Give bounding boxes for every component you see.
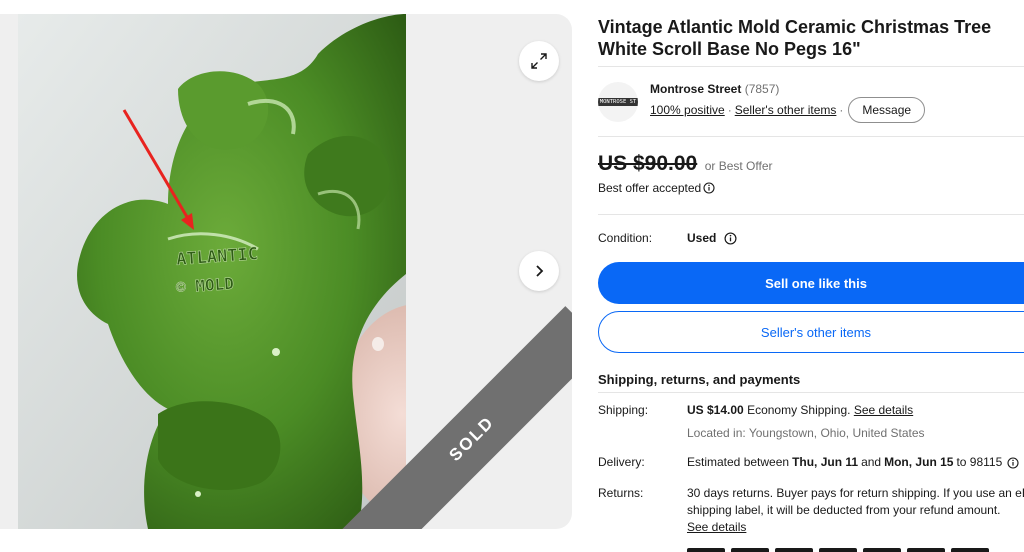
ceramic-tree-image: ATLANTIC © MOLD: [18, 14, 406, 529]
next-image-button[interactable]: [519, 251, 559, 291]
thumbnail[interactable]: [951, 548, 989, 552]
seller-card: MONTROSE ST Montrose Street (7857) 100% …: [598, 82, 1024, 136]
stamp-text-2: © MOLD: [175, 274, 234, 297]
info-icon[interactable]: [724, 231, 737, 245]
thumbnail[interactable]: [775, 548, 813, 552]
shipping-cost: US $14.00: [687, 403, 744, 417]
divider: [598, 214, 1024, 215]
thumbnail[interactable]: [687, 548, 725, 552]
returns-line-1: 30 days returns. Buyer pays for return s…: [687, 486, 1024, 500]
item-location: Located in: Youngstown, Ohio, United Sta…: [687, 426, 925, 440]
delivery-value: Estimated between Thu, Jun 11 and Mon, J…: [687, 454, 1024, 471]
delivery-zip[interactable]: to 98115: [956, 454, 1002, 471]
delivery-row: Delivery: Estimated between Thu, Jun 11 …: [598, 454, 1024, 474]
sell-one-like-this-button[interactable]: Sell one like this: [598, 262, 1024, 304]
returns-label: Returns:: [598, 486, 644, 500]
image-gallery: ATLANTIC © MOLD SOLD: [0, 14, 572, 529]
shipping-method: Economy Shipping.: [747, 403, 851, 417]
expand-image-button[interactable]: [519, 41, 559, 81]
price-row: US $90.00 or Best Offer: [598, 152, 773, 176]
best-offer-label: or Best Offer: [704, 159, 773, 173]
thumbnail[interactable]: [907, 548, 945, 552]
delivery-prefix: Estimated between: [687, 455, 790, 469]
product-photo[interactable]: ATLANTIC © MOLD: [18, 14, 406, 529]
divider: [598, 136, 1024, 137]
thumbnail[interactable]: [819, 548, 857, 552]
returns-line-2: shipping label, it will be deducted from…: [687, 503, 1001, 517]
condition-label: Condition:: [598, 231, 653, 245]
shipping-see-details-link[interactable]: See details: [854, 403, 913, 417]
delivery-start: Thu, Jun 11: [792, 455, 859, 469]
thumbnail[interactable]: [731, 548, 769, 552]
info-icon[interactable]: [703, 182, 715, 194]
thumbnail[interactable]: [863, 548, 901, 552]
seller-feedback-count: (7857): [744, 82, 780, 96]
offer-status-text: Best offer accepted: [598, 181, 702, 195]
condition-row: Condition: Used: [598, 231, 737, 245]
item-price: US $90.00: [598, 152, 698, 175]
seller-name-line[interactable]: Montrose Street (7857): [650, 82, 779, 96]
seller-name[interactable]: Montrose Street: [650, 82, 741, 96]
condition-value: Used: [687, 231, 717, 245]
seller-avatar[interactable]: MONTROSE ST: [598, 82, 638, 122]
separator: ·: [727, 103, 732, 117]
shipping-heading: Shipping, returns, and payments: [598, 372, 801, 387]
divider: [598, 392, 1024, 393]
shipping-label: Shipping:: [598, 403, 649, 417]
shipping-value: US $14.00 Economy Shipping. See details: [687, 402, 1024, 419]
offer-status: Best offer accepted: [598, 181, 715, 195]
divider: [598, 66, 1024, 67]
chevron-right-icon: [536, 265, 544, 277]
message-button[interactable]: Message: [848, 97, 926, 123]
seller-other-items-link[interactable]: Seller's other items: [735, 103, 837, 117]
returns-see-details-link[interactable]: See details: [687, 519, 746, 536]
partial-thumbnails: [687, 548, 989, 552]
returns-row: Returns: 30 days returns. Buyer pays for…: [598, 485, 1024, 541]
expand-icon: [531, 53, 547, 69]
positive-feedback-link[interactable]: 100% positive: [650, 103, 725, 117]
info-icon[interactable]: [1007, 456, 1019, 469]
seller-logo: MONTROSE ST: [598, 98, 638, 106]
separator: ·: [839, 103, 844, 117]
shipping-row: Shipping: US $14.00 Economy Shipping. Se…: [598, 402, 1024, 442]
item-title: Vintage Atlantic Mold Ceramic Christmas …: [598, 17, 992, 59]
seller-links: 100% positive · Seller's other items · M…: [650, 97, 926, 123]
delivery-and: and: [861, 455, 882, 469]
delivery-label: Delivery:: [598, 455, 645, 469]
delivery-end: Mon, Jun 15: [884, 455, 954, 469]
sellers-other-items-button[interactable]: Seller's other items: [598, 311, 1024, 353]
